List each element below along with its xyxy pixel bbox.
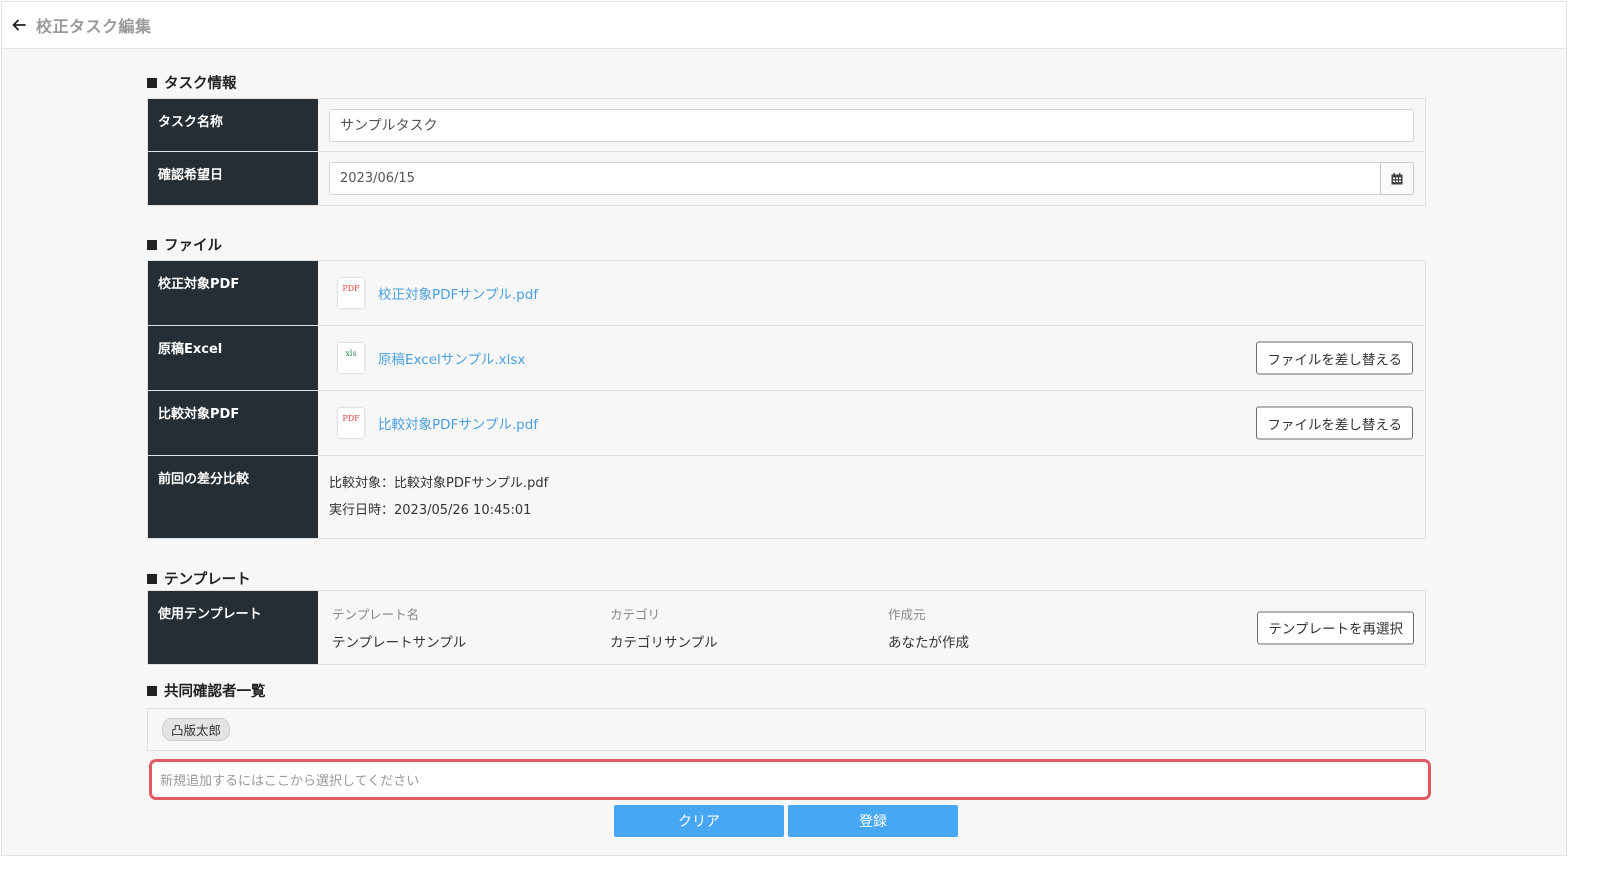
task-name-label: タスク名称 [148,99,318,151]
template-category-value: カテゴリサンプル [610,635,718,651]
target-pdf-row: 校正対象PDF PDF 校正対象PDFサンプル.pdf [148,261,1425,326]
template-creator-header: 作成元 [888,607,926,622]
due-date-label: 確認希望日 [148,152,318,205]
prev-diff-datetime: 実行日時：2023/05/26 10:45:01 [329,503,532,518]
target-pdf-label: 校正対象PDF [148,261,318,325]
compare-pdf-link[interactable]: 比較対象PDFサンプル.pdf [378,413,538,433]
template-row: 使用テンプレート テンプレート名 テンプレートサンプル カテゴリ カテゴリサンプ… [148,591,1425,664]
template-label: 使用テンプレート [148,591,318,664]
target-pdf-link[interactable]: 校正対象PDFサンプル.pdf [378,283,538,303]
pdf-file-icon: PDF [338,278,364,308]
task-name-input[interactable] [329,108,1414,142]
coreviewer-chip[interactable]: 凸版太郎 [162,718,231,741]
reselect-template-button[interactable]: テンプレートを再選択 [1257,611,1414,644]
square-bullet-icon [147,239,157,250]
app-frame: 校正タスク編集 タスク情報 タスク名称 確認希望日 [1,1,1567,856]
calendar-button[interactable] [1380,162,1414,195]
template-category-header: カテゴリ [610,607,661,622]
replace-compare-pdf-button[interactable]: ファイルを差し替える [1256,406,1413,440]
pdf-file-icon: PDF [338,408,364,438]
section-title-task-info: タスク情報 [147,72,237,93]
back-arrow-icon[interactable] [2,2,36,49]
files-block: 校正対象PDF PDF 校正対象PDFサンプル.pdf 原稿Excel xls … [147,260,1426,539]
template-creator-value: あなたが作成 [888,635,969,651]
excel-file-icon: xls [338,343,364,373]
template-name-header: テンプレート名 [332,607,420,622]
square-bullet-icon [147,685,157,696]
template-block: 使用テンプレート テンプレート名 テンプレートサンプル カテゴリ カテゴリサンプ… [147,590,1426,665]
add-coreviewer-select[interactable]: 新規追加するにはここから選択してください [149,759,1431,800]
due-date-row: 確認希望日 [148,152,1425,205]
compare-pdf-row: 比較対象PDF PDF 比較対象PDFサンプル.pdf ファイルを差し替える [148,391,1425,456]
replace-excel-button[interactable]: ファイルを差し替える [1256,341,1413,375]
source-excel-row: 原稿Excel xls 原稿Excelサンプル.xlsx ファイルを差し替える [148,326,1425,391]
section-title-files: ファイル [147,234,222,255]
square-bullet-icon [147,573,157,584]
due-date-input[interactable] [329,162,1380,195]
calendar-icon [1391,172,1403,184]
compare-pdf-label: 比較対象PDF [148,391,318,455]
prev-diff-target: 比較対象：比較対象PDFサンプル.pdf [329,476,549,491]
prev-diff-row: 前回の差分比較 比較対象：比較対象PDFサンプル.pdf 実行日時：2023/0… [148,456,1425,538]
clear-button[interactable]: クリア [614,805,784,837]
task-name-row: タスク名称 [148,99,1425,152]
section-title-coreviewers: 共同確認者一覧 [147,680,266,701]
source-excel-label: 原稿Excel [148,326,318,390]
task-info-block: タスク名称 確認希望日 [147,98,1426,206]
add-coreviewer-placeholder: 新規追加するにはここから選択してください [160,774,420,789]
square-bullet-icon [147,77,157,88]
prev-diff-label: 前回の差分比較 [148,456,318,538]
source-excel-link[interactable]: 原稿Excelサンプル.xlsx [378,348,525,368]
page-title: 校正タスク編集 [36,17,152,36]
section-title-template: テンプレート [147,568,251,589]
submit-button[interactable]: 登録 [788,805,958,837]
header-bar: 校正タスク編集 [2,2,1566,49]
template-name-value: テンプレートサンプル [332,635,467,651]
coreviewer-list: 凸版太郎 [147,708,1426,751]
